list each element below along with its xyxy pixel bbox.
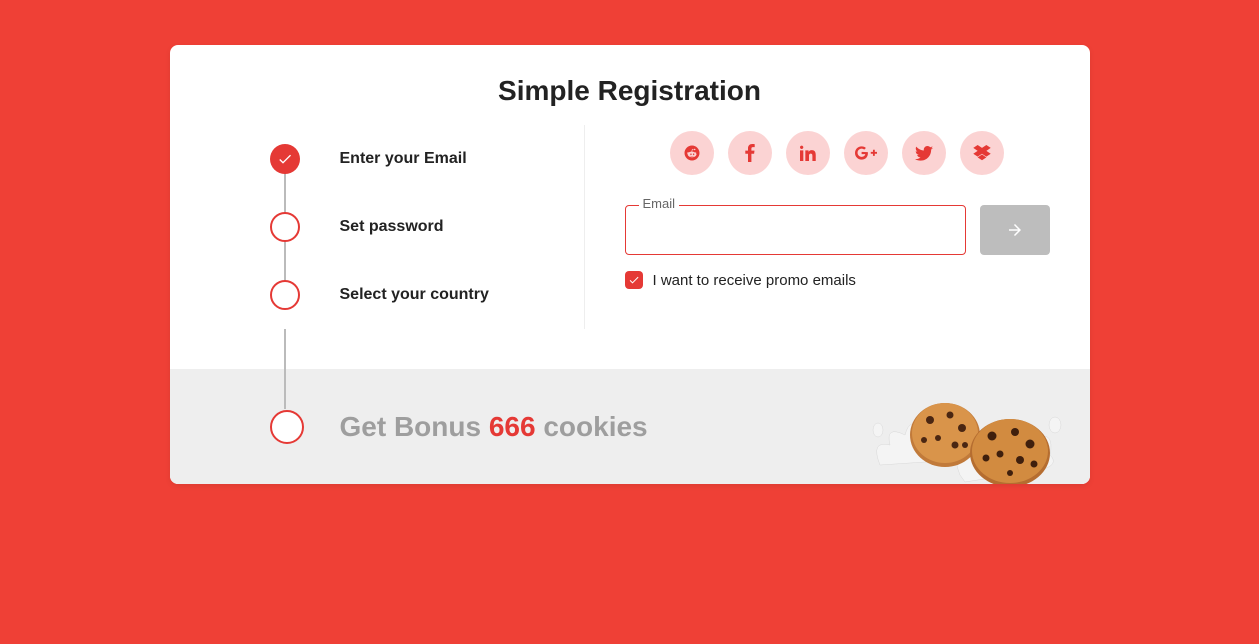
steps-panel: Enter your Email Set password Select you… [170,125,584,329]
twitter-icon [915,146,933,161]
step-indicator-active [270,144,300,174]
step-connector [284,329,286,409]
step-label: Select your country [340,286,489,304]
bonus-suffix: cookies [536,411,648,442]
check-icon [628,274,640,286]
arrow-right-icon [1006,221,1024,239]
bonus-amount: 666 [489,411,536,442]
bonus-footer: Get Bonus 666 cookies [170,369,1090,484]
registration-card: Simple Registration Enter your Email Set… [170,45,1090,484]
facebook-icon [745,144,755,162]
step-indicator [270,280,300,310]
step-label: Enter your Email [340,150,467,168]
twitter-button[interactable] [902,131,946,175]
check-icon [277,151,293,167]
reddit-button[interactable] [670,131,714,175]
step-password: Set password [270,193,584,261]
linkedin-icon [800,145,816,161]
submit-button[interactable] [980,205,1050,255]
step-label: Set password [340,218,444,236]
step-country: Select your country [270,261,584,329]
google-plus-icon [855,146,877,160]
bonus-step-indicator [270,410,304,444]
social-login-row [625,131,1050,175]
google-plus-button[interactable] [844,131,888,175]
step-email: Enter your Email [270,125,584,193]
promo-checkbox-label: I want to receive promo emails [653,272,856,289]
email-field-wrapper: Email [625,205,966,255]
bonus-prefix: Get Bonus [340,411,489,442]
email-label: Email [639,196,680,211]
dropbox-icon [973,145,991,161]
reddit-icon [683,144,701,162]
promo-checkbox[interactable] [625,271,643,289]
cookies-image [860,370,1070,484]
email-input[interactable] [625,205,966,255]
email-input-row: Email [625,205,1050,255]
form-panel: Email I want to receive promo emails [584,125,1090,329]
facebook-button[interactable] [728,131,772,175]
linkedin-button[interactable] [786,131,830,175]
dropbox-button[interactable] [960,131,1004,175]
page-title: Simple Registration [170,45,1090,125]
promo-checkbox-row: I want to receive promo emails [625,271,1050,289]
card-body: Enter your Email Set password Select you… [170,125,1090,369]
step-indicator [270,212,300,242]
bonus-text: Get Bonus 666 cookies [340,411,648,443]
